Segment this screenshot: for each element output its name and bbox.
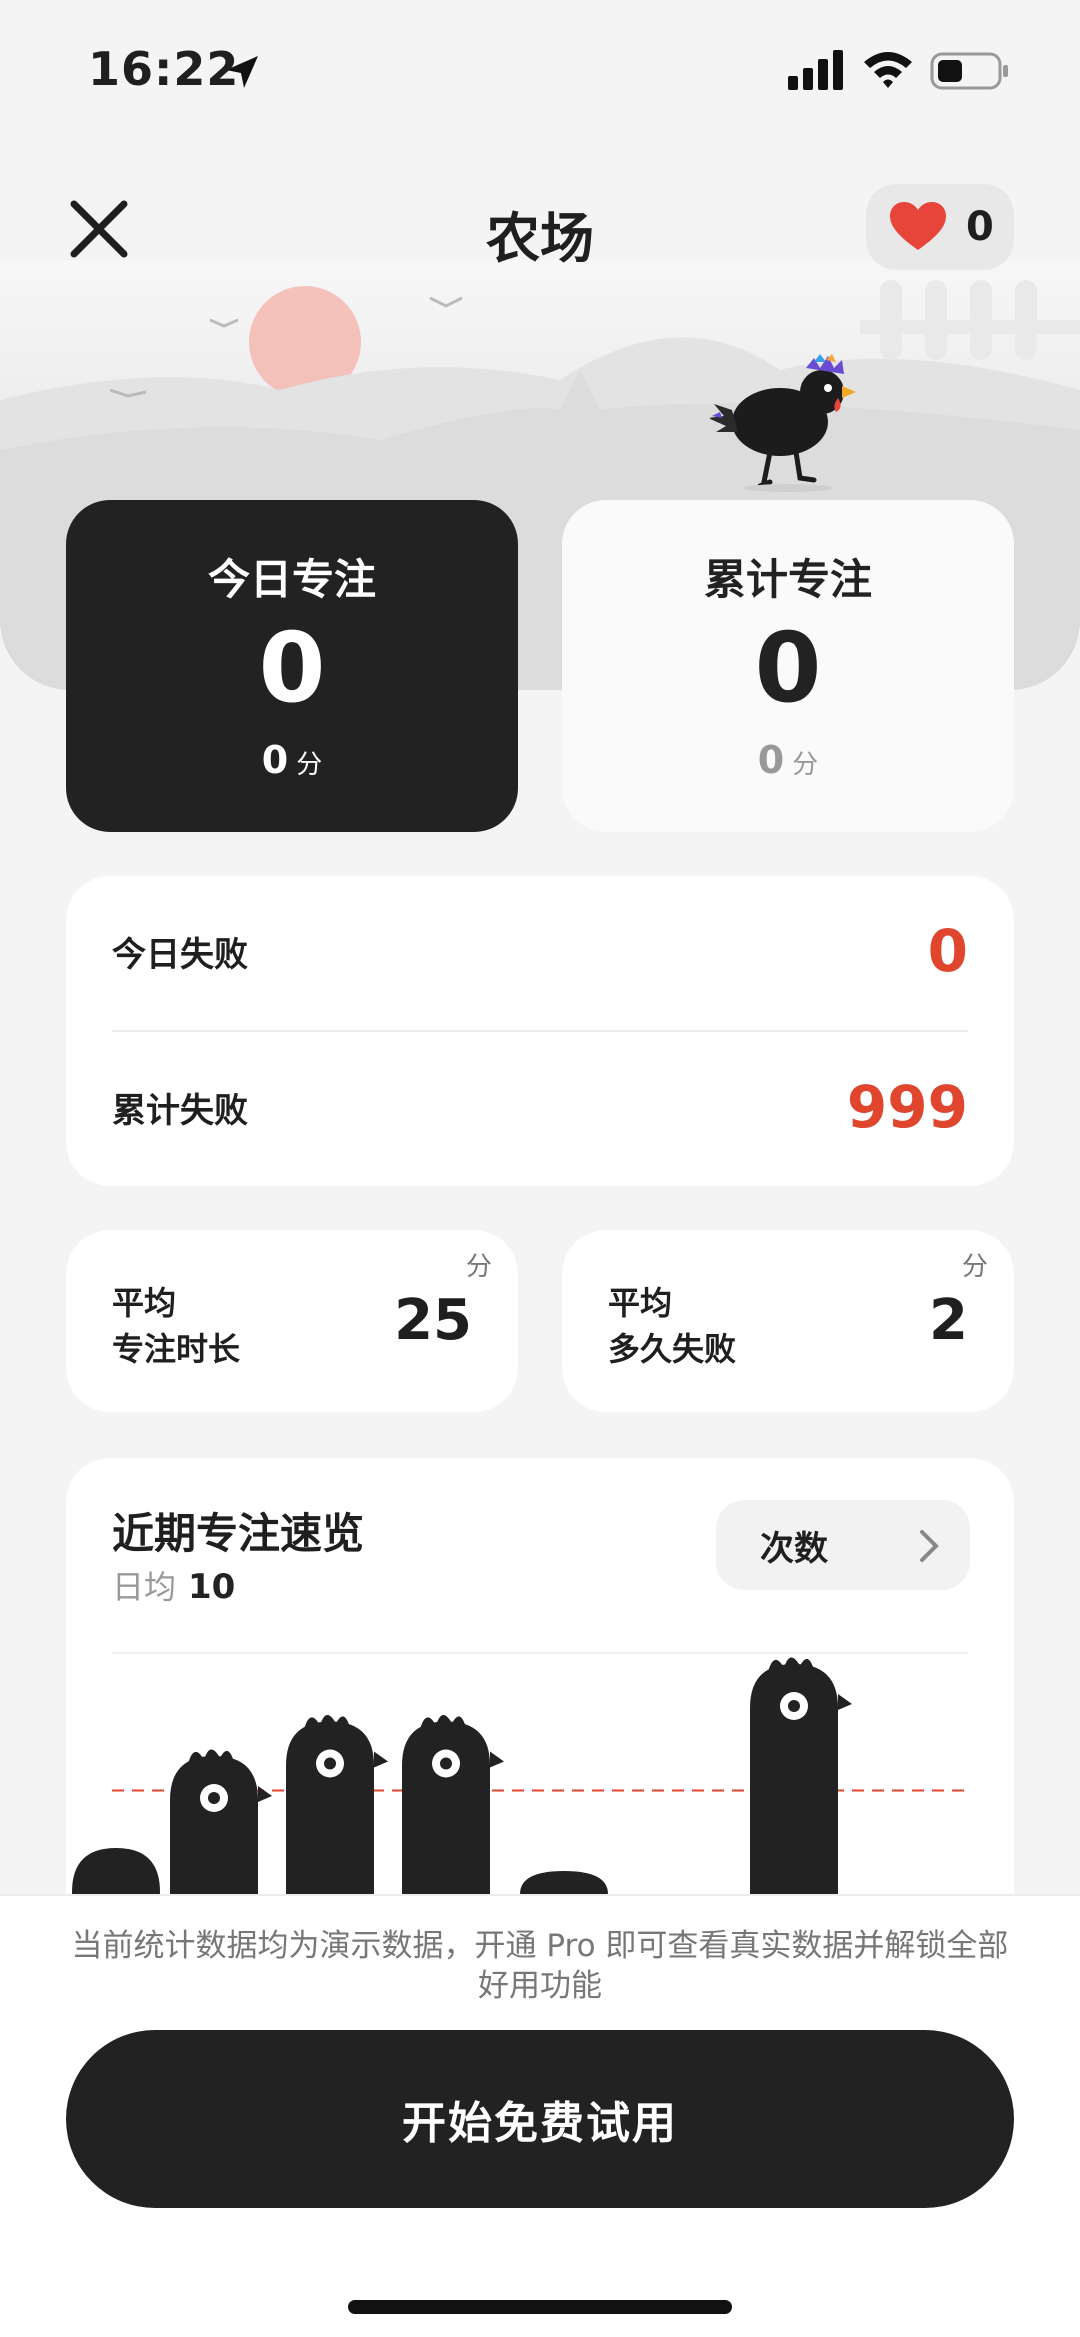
today-focus-minutes-unit: 分 (296, 750, 323, 780)
failures-card: 今日失败 0 累计失败 999 (66, 876, 1014, 1186)
hen-mascot-icon (710, 354, 856, 492)
total-failures-value: 999 (846, 1073, 968, 1141)
chart-bar (402, 1714, 504, 1894)
today-focus-minutes-value: 0 (261, 738, 289, 782)
today-focus-minutes: 0分 (66, 738, 518, 782)
total-focus-minutes: 0分 (562, 738, 1014, 782)
avg-focus-duration-value: 25 (394, 1288, 472, 1353)
focus-chart (72, 1657, 968, 1894)
avg-label-line1: 平均 (608, 1284, 673, 1322)
today-focus-count: 0 (258, 612, 326, 724)
total-focus-minutes-value: 0 (757, 738, 785, 782)
today-failures-value: 0 (927, 917, 968, 985)
chart-bar (520, 1871, 608, 1894)
total-focus-minutes-unit: 分 (792, 750, 819, 780)
today-focus-card[interactable]: 今日专注 0 0分 (66, 500, 518, 832)
wifi-icon (864, 52, 912, 88)
today-focus-label: 今日专注 (207, 555, 376, 604)
avg-unit: 分 (961, 1252, 988, 1282)
battery-icon (930, 52, 1008, 90)
avg-focus-duration-card: 分 平均 专注时长 25 (66, 1230, 518, 1412)
avg-label-line1: 平均 (112, 1284, 177, 1322)
total-focus-count: 0 (754, 612, 822, 724)
chart-bar (72, 1848, 160, 1894)
recent-focus-card: 近期专注速览 日均 10 次数 (66, 1458, 1014, 1958)
upgrade-panel: 当前统计数据均为演示数据，开通 Pro 即可查看真实数据并解锁全部好用功能 开始… (0, 1894, 1080, 2337)
location-arrow-icon (226, 56, 258, 88)
demo-data-notice: 当前统计数据均为演示数据，开通 Pro 即可查看真实数据并解锁全部好用功能 (71, 1928, 1009, 2004)
avg-focus-duration-label: 平均 专注时长 (112, 1280, 312, 1372)
total-failures-label: 累计失败 (112, 1090, 248, 1131)
heart-counter[interactable]: 0 (866, 184, 1014, 270)
status-time: 16:22 (88, 42, 240, 96)
status-bar: 16:22 (0, 0, 1080, 140)
heart-icon (890, 202, 946, 250)
avg-fail-time-label: 平均 多久失败 (608, 1280, 808, 1372)
total-focus-label: 累计专注 (703, 555, 872, 604)
avg-fail-time-value: 2 (929, 1288, 968, 1353)
total-focus-card[interactable]: 累计专注 0 0分 (562, 500, 1014, 832)
cellular-signal-icon (788, 50, 843, 90)
total-failures-row: 累计失败 999 (112, 1032, 968, 1182)
heart-count: 0 (966, 204, 994, 250)
avg-fail-time-card: 分 平均 多久失败 2 (562, 1230, 1014, 1412)
today-failures-row: 今日失败 0 (112, 876, 968, 1026)
avg-unit: 分 (465, 1252, 492, 1282)
today-failures-label: 今日失败 (112, 934, 248, 975)
chart-bar (750, 1657, 852, 1894)
home-indicator[interactable] (348, 2300, 732, 2314)
chart-bar (170, 1749, 272, 1894)
avg-label-line2: 多久失败 (608, 1330, 737, 1368)
avg-label-line2: 专注时长 (112, 1330, 241, 1368)
chart-bar (286, 1714, 388, 1894)
start-free-trial-button[interactable]: 开始免费试用 (66, 2030, 1014, 2208)
